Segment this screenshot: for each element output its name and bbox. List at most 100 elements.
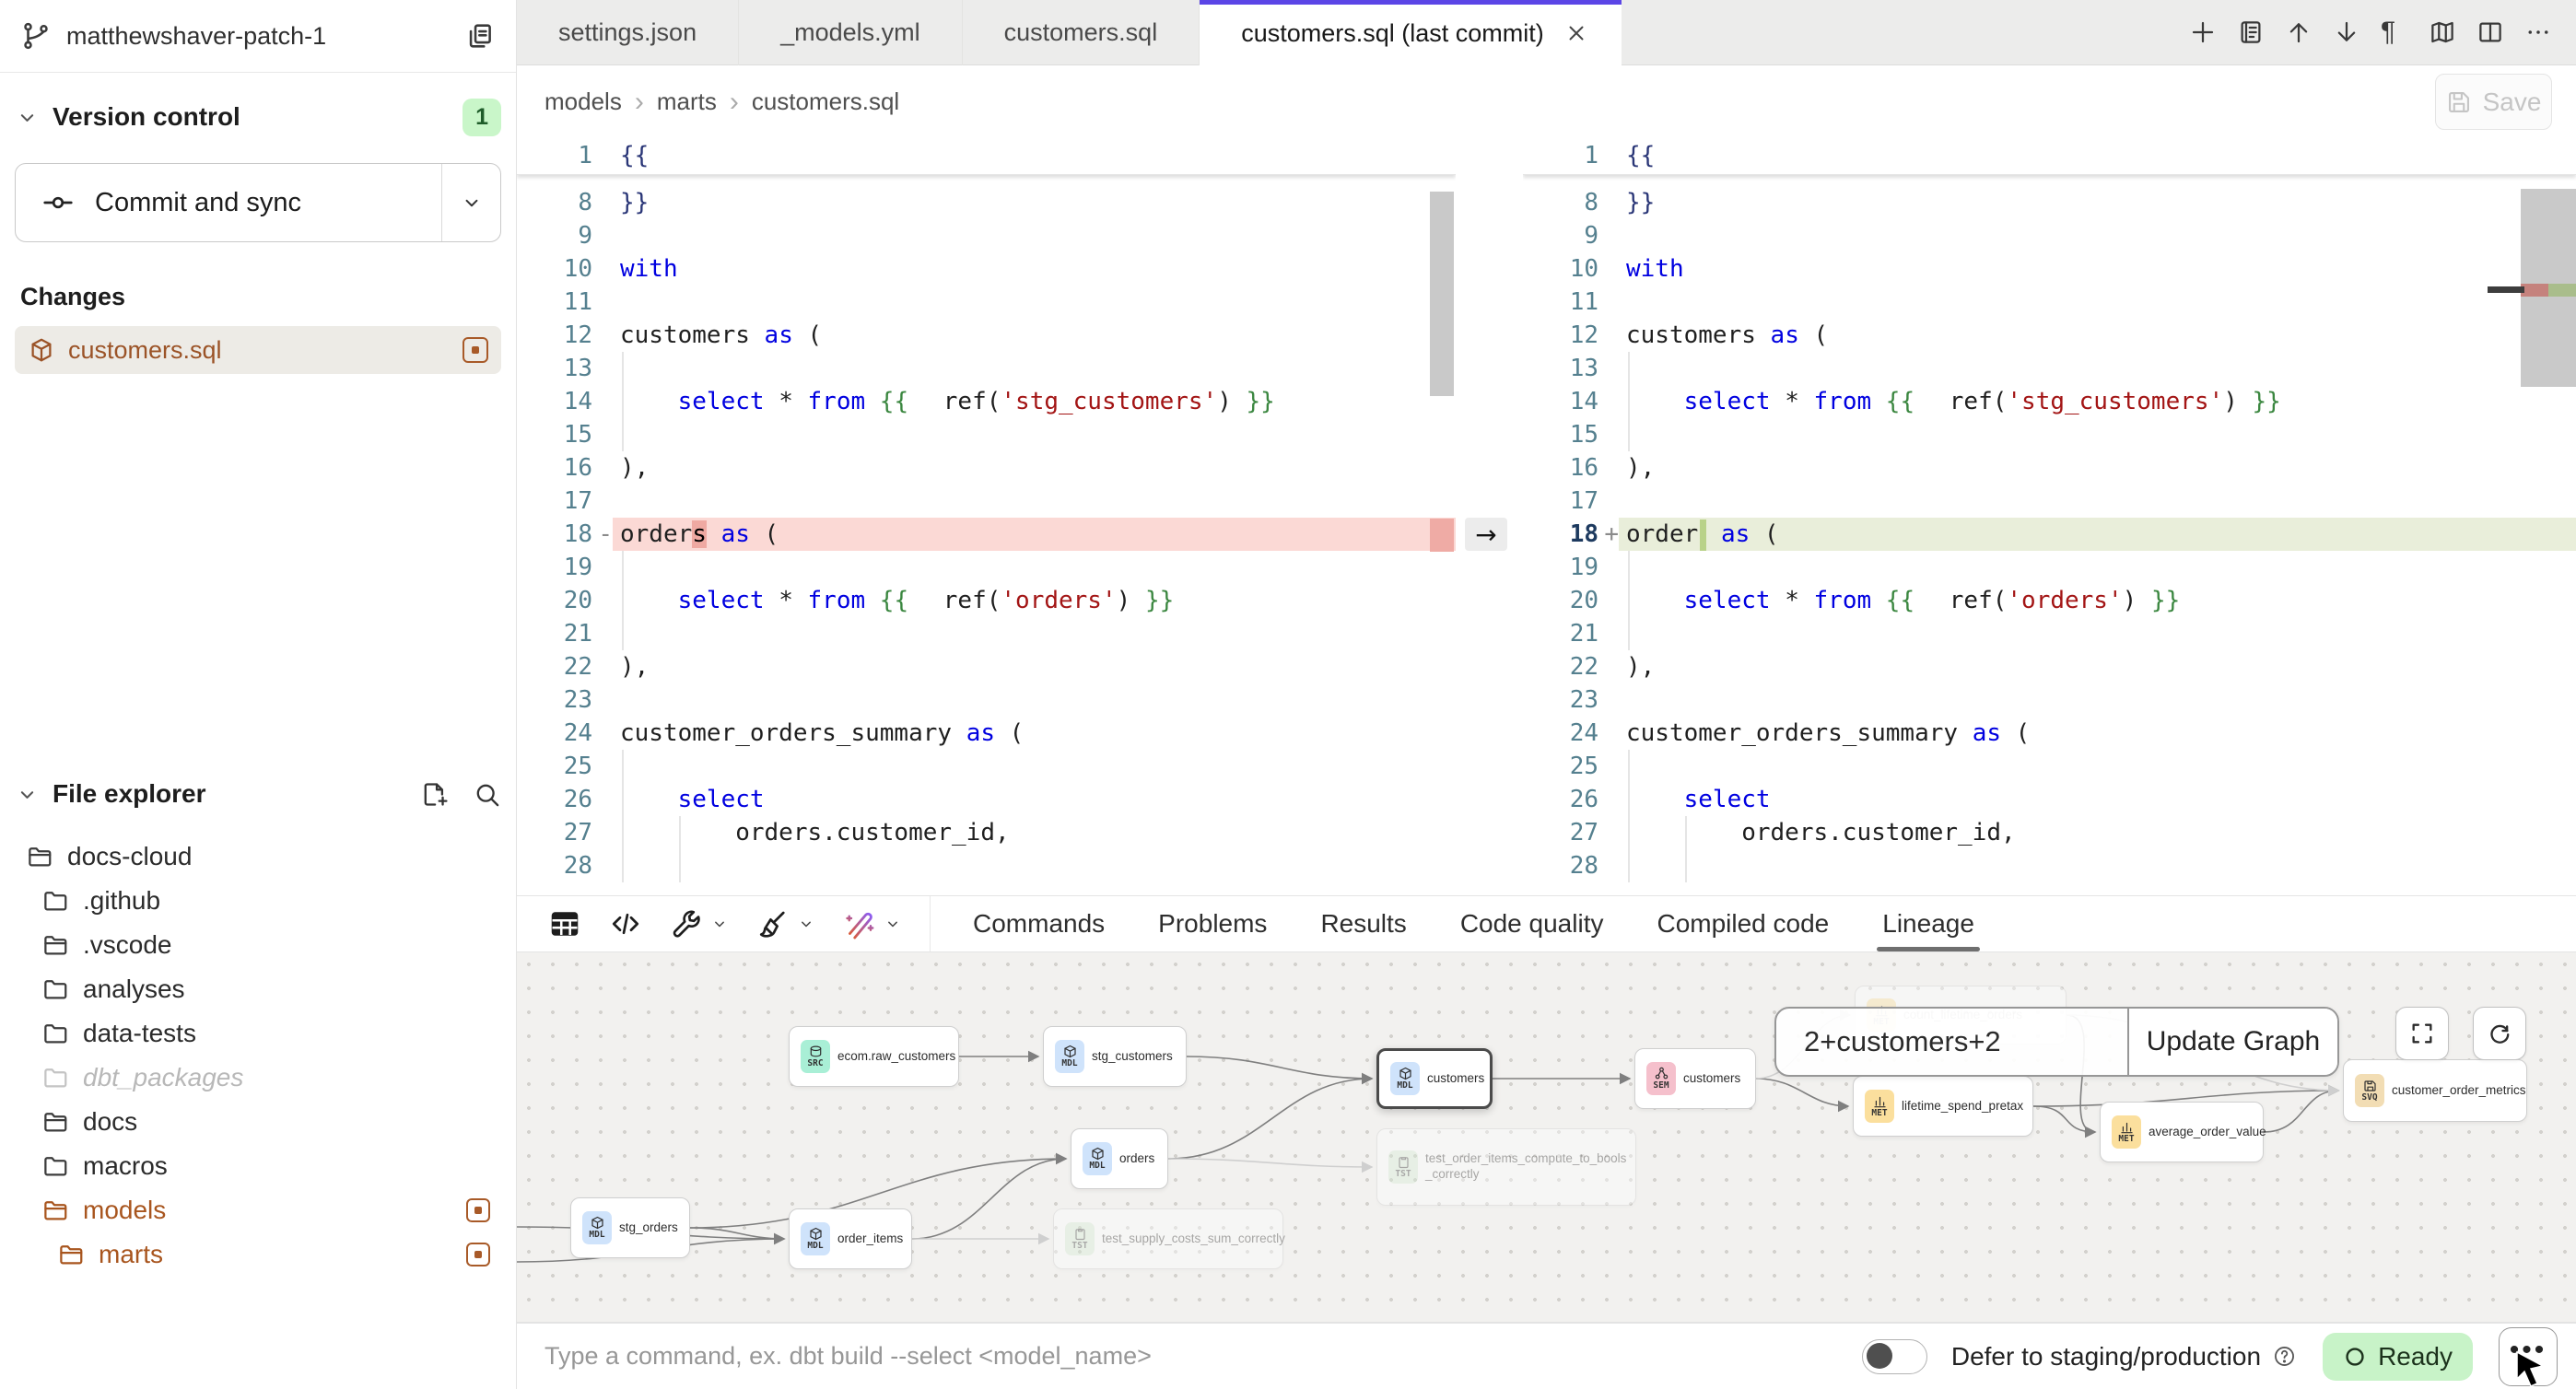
split-view-icon[interactable] (2476, 18, 2504, 46)
sidebar-item-docs[interactable]: docs (15, 1100, 501, 1144)
commit-icon (41, 186, 75, 219)
chevron-down-icon[interactable] (710, 915, 729, 933)
code-line-28: 28 (1523, 849, 2576, 882)
diff-pane-modified[interactable]: 8}}910with1112customers as (1314 select … (1523, 138, 2576, 895)
code-line-20: 20 select * from {{ ref('orders') }} (1523, 584, 2576, 617)
lineage-node-raw_customers[interactable]: SRCecom.raw_customers (789, 1026, 959, 1087)
broom-button[interactable] (756, 907, 815, 940)
breadcrumb-item[interactable]: marts (657, 88, 717, 116)
line-number: 26 (564, 786, 592, 813)
map-icon[interactable] (2429, 18, 2456, 46)
lineage-node-lifetime_spend[interactable]: METlifetime_spend_pretax (1853, 1076, 2033, 1137)
plus-icon[interactable] (2189, 18, 2217, 46)
sidebar-item--github[interactable]: .github (15, 879, 501, 923)
bottom-panel-toolbar: Commands Problems Results Code quality Compi… (517, 895, 2576, 952)
chevron-down-icon[interactable] (884, 915, 902, 933)
changed-file-customers-sql[interactable]: customers.sql (15, 326, 501, 374)
sidebar-item-data-tests[interactable]: data-tests (15, 1011, 501, 1056)
code-line-15: 15 (1523, 418, 2576, 451)
chevron-down-icon[interactable] (797, 915, 815, 933)
lineage-node-customers_mdl[interactable]: MDLcustomers (1376, 1048, 1493, 1109)
pilcrow-icon[interactable]: ¶ (2381, 18, 2408, 46)
met-node-icon: MET (2112, 1115, 2141, 1149)
changed-file-name: customers.sql (68, 336, 222, 365)
tab-actions: ¶ (2189, 0, 2576, 64)
breadcrumb-item[interactable]: customers.sql (752, 88, 899, 116)
sidebar-item-dbt-packages[interactable]: dbt_packages (15, 1056, 501, 1100)
lineage-canvas[interactable]: 2+customers+2 Update Graph SRCecom.raw_c… (517, 952, 2576, 1323)
version-control-header[interactable]: Version control 1 (15, 93, 501, 141)
wrench-button[interactable] (670, 907, 729, 940)
lineage-selector-input[interactable]: 2+customers+2 (1776, 1009, 2127, 1075)
sidebar-item--vscode[interactable]: .vscode (15, 923, 501, 967)
line-number: 1 (1584, 142, 1598, 169)
new-file-icon[interactable] (420, 780, 449, 809)
tab-label: customers.sql (last commit) (1241, 19, 1544, 48)
scrollbar-thumb[interactable] (1430, 192, 1454, 396)
diff-marker: + (1604, 518, 1619, 551)
sidebar-item-docs-cloud[interactable]: docs-cloud (15, 835, 501, 879)
tab--models-yml[interactable]: _models.yml (739, 0, 963, 65)
lineage-node-customers_sem[interactable]: SEMcustomers (1634, 1048, 1756, 1109)
panel-tab-results[interactable]: Results (1320, 896, 1406, 951)
lineage-node-stg_orders[interactable]: MDLstg_orders (570, 1197, 690, 1258)
tab-customers-sql[interactable]: customers.sql (963, 0, 1200, 65)
line-number: 24 (1570, 719, 1598, 747)
ellipsis-icon[interactable] (2524, 18, 2552, 46)
panel-tab-commands[interactable]: Commands (973, 896, 1105, 951)
help-icon[interactable] (2272, 1344, 2297, 1369)
lineage-node-customer_order_metrics[interactable]: SVQcustomer_order_metrics (2343, 1059, 2527, 1122)
node-kind-badge: TST (1395, 1170, 1411, 1179)
toggle-knob (1867, 1343, 1892, 1369)
diff-pane-original[interactable]: 8}}910with1112customers as (1314 select … (517, 138, 1456, 895)
breadcrumb-item[interactable]: models (544, 88, 622, 116)
lineage-node-order_items[interactable]: MDLorder_items (789, 1208, 912, 1269)
code-button[interactable] (609, 907, 642, 940)
lineage-node-test_order_items[interactable]: TST test_order_items_compute_to_bools _co… (1376, 1128, 1636, 1206)
table-button[interactable] (548, 907, 581, 940)
lineage-node-test_supply[interactable]: TSTtest_supply_costs_sum_correctly (1053, 1208, 1283, 1269)
lineage-selector: 2+customers+2 Update Graph (1774, 1007, 2339, 1077)
status-bar: Defer to staging/production Ready ••• (517, 1323, 2576, 1389)
sidebar-item-macros[interactable]: macros (15, 1144, 501, 1188)
outline-icon[interactable] (2237, 18, 2265, 46)
search-icon[interactable] (473, 780, 501, 809)
apply-change-arrow[interactable]: → (1465, 518, 1507, 551)
panel-tab-problems[interactable]: Problems (1158, 896, 1267, 951)
node-kind-badge: SVQ (2361, 1093, 2377, 1103)
commit-options-caret[interactable] (441, 164, 500, 241)
commit-and-sync-main[interactable]: Commit and sync (16, 164, 441, 241)
tab-settings-json[interactable]: settings.json (517, 0, 739, 65)
branch-name[interactable]: matthewshaver-patch-1 (66, 22, 326, 51)
defer-toggle[interactable] (1862, 1339, 1927, 1374)
lineage-node-average_order_value[interactable]: METaverage_order_value (2100, 1102, 2264, 1162)
node-label: test_order_items_compute_to_bools _corre… (1425, 1151, 1626, 1183)
lineage-node-orders[interactable]: MDLorders (1071, 1128, 1168, 1189)
wand-button[interactable] (843, 907, 902, 940)
copy-branch-icon[interactable] (464, 20, 496, 52)
code-line-15: 15 (517, 418, 1456, 451)
update-graph-button[interactable]: Update Graph (2127, 1009, 2337, 1075)
refresh-graph-button[interactable] (2473, 1007, 2526, 1060)
version-control-section: Version control 1 Commit and sync Change… (0, 93, 516, 374)
commit-and-sync-button[interactable]: Commit and sync (15, 163, 501, 242)
sidebar-item-marts[interactable]: marts (15, 1232, 501, 1277)
fullscreen-button[interactable] (2395, 1007, 2449, 1060)
sidebar-item-models[interactable]: models (15, 1188, 501, 1232)
arrow-up-icon[interactable] (2285, 18, 2313, 46)
line-number: 11 (1570, 288, 1598, 316)
line-number: 28 (1570, 852, 1598, 880)
tab-customers-sql-last-commit-[interactable]: customers.sql (last commit) (1200, 0, 1622, 66)
save-button[interactable]: Save (2435, 74, 2552, 130)
sticky-line: 1{{ (517, 138, 1456, 175)
sidebar-item-analyses[interactable]: analyses (15, 967, 501, 1011)
panel-tab-lineage[interactable]: Lineage (1882, 896, 1974, 951)
panel-tab-code-quality[interactable]: Code quality (1460, 896, 1604, 951)
file-explorer-header[interactable]: File explorer (15, 770, 501, 818)
panel-tab-compiled-code[interactable]: Compiled code (1657, 896, 1829, 951)
lineage-node-stg_customers[interactable]: MDLstg_customers (1043, 1026, 1187, 1087)
command-input[interactable] (544, 1342, 1862, 1371)
close-icon[interactable] (1564, 21, 1588, 45)
arrow-down-icon[interactable] (2333, 18, 2360, 46)
code-line-25: 25 (517, 750, 1456, 783)
